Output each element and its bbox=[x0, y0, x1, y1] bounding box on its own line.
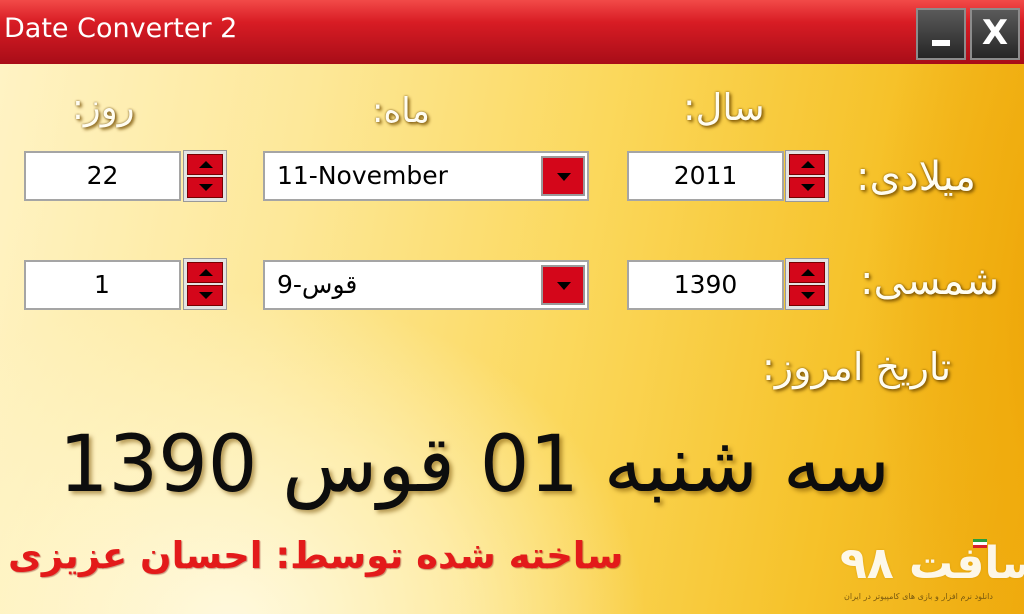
minimize-icon bbox=[932, 40, 950, 46]
title-bar[interactable]: Date Converter 2 X bbox=[0, 0, 1024, 64]
gregorian-month-dropdown-icon[interactable] bbox=[541, 156, 585, 196]
shamsi-day-spinner[interactable] bbox=[183, 258, 227, 310]
close-button[interactable]: X bbox=[970, 8, 1020, 60]
spin-up-icon[interactable] bbox=[187, 154, 223, 175]
gregorian-day-spinner[interactable] bbox=[183, 150, 227, 202]
watermark-brand: سافت ۹۸ bbox=[840, 538, 1024, 589]
iran-flag-icon bbox=[973, 539, 987, 548]
shamsi-year-spinner[interactable] bbox=[785, 258, 829, 310]
gregorian-label: میلادی: bbox=[856, 154, 976, 200]
author-credit: ساخته شده توسط: احسان عزیزی bbox=[8, 534, 624, 577]
spin-down-icon[interactable] bbox=[187, 177, 223, 198]
spin-up-icon[interactable] bbox=[789, 154, 825, 175]
year-header: سال: bbox=[683, 86, 765, 129]
watermark-tagline: دانلود نرم افزار و بازی های کامپیوتر در … bbox=[844, 592, 993, 601]
spin-down-icon[interactable] bbox=[789, 285, 825, 306]
window-title: Date Converter 2 bbox=[4, 13, 238, 44]
shamsi-year-field[interactable]: 1390 bbox=[627, 260, 784, 310]
soft98-watermark: سافت ۹۸ دانلود نرم افزار و بازی های کامپ… bbox=[840, 534, 1024, 608]
shamsi-label: شمسی: bbox=[860, 258, 1000, 304]
gregorian-year-spinner[interactable] bbox=[785, 150, 829, 202]
close-icon: X bbox=[981, 13, 1009, 53]
minimize-button[interactable] bbox=[916, 8, 966, 60]
client-area: سال: ماه: روز: میلادی: 2011 11-November … bbox=[0, 64, 1024, 614]
date-converter-window: Date Converter 2 X سال: ماه: روز: میلادی… bbox=[0, 0, 1024, 614]
today-date-display: سه شنبه 01 قوس 1390 bbox=[58, 420, 890, 510]
spin-down-icon[interactable] bbox=[789, 177, 825, 198]
spin-up-icon[interactable] bbox=[789, 262, 825, 283]
month-header: ماه: bbox=[372, 91, 430, 131]
gregorian-day-field[interactable]: 22 bbox=[24, 151, 181, 201]
gregorian-month-value: 11-November bbox=[277, 161, 448, 190]
spin-up-icon[interactable] bbox=[187, 262, 223, 283]
shamsi-day-field[interactable]: 1 bbox=[24, 260, 181, 310]
shamsi-month-value: قوس-9 bbox=[277, 270, 358, 299]
shamsi-month-dropdown-icon[interactable] bbox=[541, 265, 585, 305]
day-header: روز: bbox=[72, 88, 135, 128]
gregorian-year-field[interactable]: 2011 bbox=[627, 151, 784, 201]
today-label: تاریخ امروز: bbox=[762, 345, 952, 389]
spin-down-icon[interactable] bbox=[187, 285, 223, 306]
